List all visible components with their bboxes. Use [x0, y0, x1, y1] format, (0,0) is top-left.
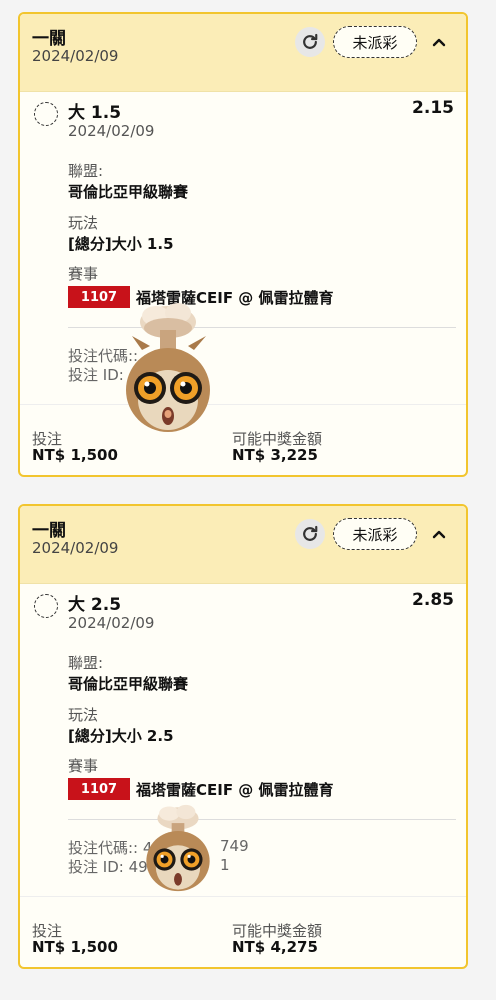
status-badge: 未派彩 — [333, 518, 417, 550]
dashed-circle-icon — [34, 102, 58, 126]
event-name: 福塔雷薩CEIF @ 佩雷拉體育 — [136, 780, 334, 799]
stake-value: NT$ 1,500 — [32, 938, 118, 956]
collapse-button[interactable] — [427, 521, 451, 547]
chevron-up-icon — [432, 530, 446, 539]
bet-type-title: 一關 — [32, 29, 66, 49]
selection-date: 2024/02/09 — [68, 122, 155, 140]
bet-card: 一關 2024/02/09 未派彩 大 2.5 2.85 2024/02/09 … — [18, 504, 468, 969]
potential-win-value: NT$ 3,225 — [232, 446, 318, 464]
bet-id: 投注 ID: 49 — [68, 858, 148, 876]
bet-card: 一關 2024/02/09 未派彩 大 1.5 2.15 2024/02/09 … — [18, 12, 468, 477]
bet-date: 2024/02/09 — [32, 539, 119, 557]
event-id-badge: 1107 — [68, 778, 130, 800]
league-label: 聯盟: — [68, 654, 104, 672]
event-label: 賽事 — [68, 757, 99, 775]
status-badge: 未派彩 — [333, 26, 417, 58]
bet-card-header: 一關 2024/02/09 未派彩 — [20, 506, 466, 584]
divider — [20, 404, 466, 405]
potential-win-value: NT$ 4,275 — [232, 938, 318, 956]
selection-name: 大 1.5 — [68, 103, 122, 123]
exploding-head-owl-sticker — [146, 804, 210, 892]
dashed-circle-icon — [34, 594, 58, 618]
event-row: 1107 福塔雷薩CEIF @ 佩雷拉體育 — [68, 778, 334, 800]
divider — [68, 819, 456, 820]
market-label: 玩法 — [68, 214, 99, 232]
bet-id-tail: 1 — [220, 856, 230, 874]
refresh-icon — [303, 33, 318, 49]
bet-code-tail: 749 — [220, 837, 249, 855]
market-value: [總分]大小 1.5 — [68, 235, 174, 253]
bet-card-header: 一關 2024/02/09 未派彩 — [20, 14, 466, 92]
selection-odds: 2.15 — [412, 98, 454, 118]
league-value: 哥倫比亞甲級聯賽 — [68, 675, 189, 693]
collapse-button[interactable] — [427, 29, 451, 55]
event-label: 賽事 — [68, 265, 99, 283]
market-label: 玩法 — [68, 706, 99, 724]
chevron-up-icon — [432, 38, 446, 47]
exploding-head-owl-sticker — [126, 303, 210, 432]
league-label: 聯盟: — [68, 162, 104, 180]
refresh-button[interactable] — [295, 519, 325, 549]
league-value: 哥倫比亞甲級聯賽 — [68, 183, 189, 201]
bet-date: 2024/02/09 — [32, 47, 119, 65]
divider — [20, 896, 466, 897]
selection-name: 大 2.5 — [68, 595, 122, 615]
selection-odds: 2.85 — [412, 590, 454, 610]
selection-date: 2024/02/09 — [68, 614, 155, 632]
refresh-icon — [303, 525, 318, 541]
refresh-button[interactable] — [295, 27, 325, 57]
bet-type-title: 一關 — [32, 521, 66, 541]
market-value: [總分]大小 2.5 — [68, 727, 174, 745]
stake-value: NT$ 1,500 — [32, 446, 118, 464]
